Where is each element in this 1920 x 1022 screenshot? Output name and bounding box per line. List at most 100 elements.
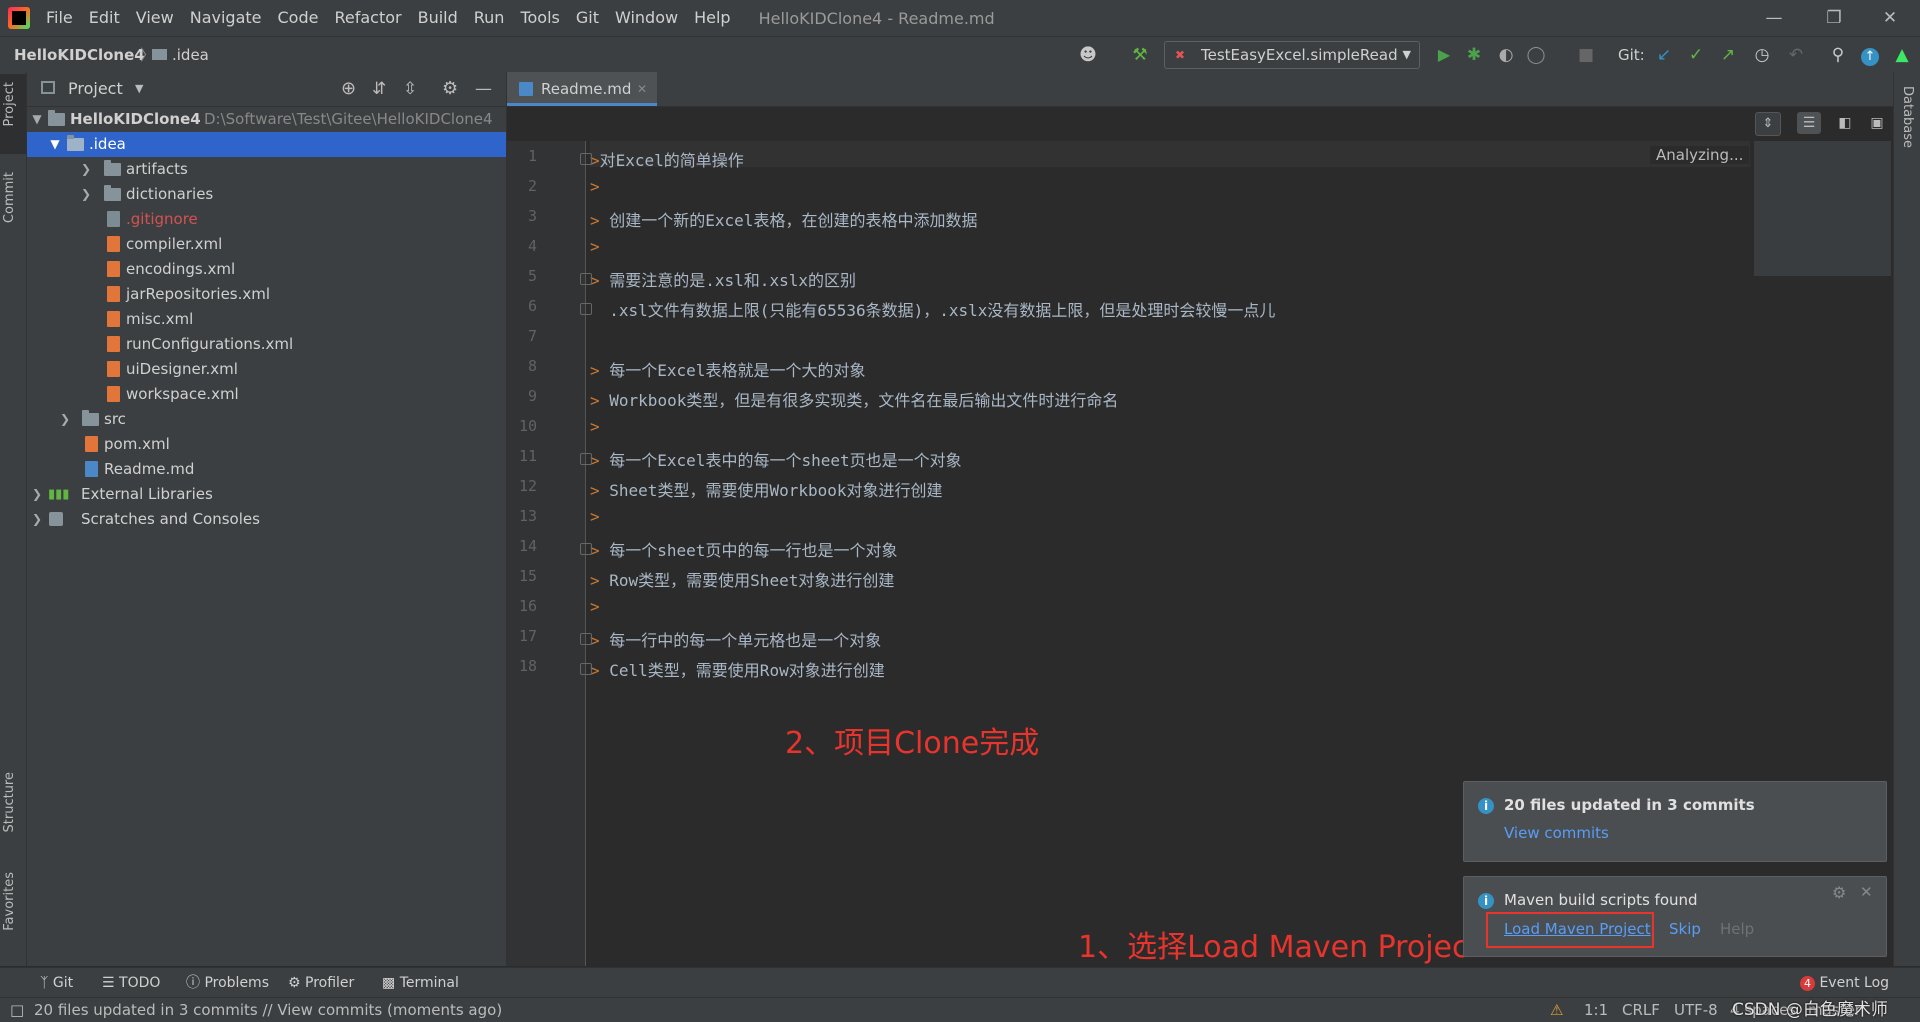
- code-line[interactable]: > 创建一个新的Excel表格，在创建的表格中添加数据: [590, 207, 977, 231]
- line-separator[interactable]: CRLF: [1622, 998, 1660, 1022]
- code-with-me-icon[interactable]: ▲: [1890, 43, 1914, 67]
- skip-link[interactable]: Skip: [1669, 920, 1701, 938]
- inspection-warning-icon[interactable]: ⚠: [1550, 998, 1563, 1022]
- debug-icon[interactable]: ✱: [1462, 43, 1486, 67]
- coverage-icon[interactable]: ◐: [1494, 43, 1518, 67]
- project-panel-title[interactable]: Project: [68, 72, 123, 106]
- expand-all-icon[interactable]: ⇵: [372, 72, 386, 106]
- tree-item-runconfigurations-xml[interactable]: runConfigurations.xml: [27, 332, 506, 357]
- tree-item-misc-xml[interactable]: misc.xml: [27, 307, 506, 332]
- fold-marker-icon[interactable]: [580, 453, 592, 465]
- user-icon[interactable]: ☻: [1076, 43, 1100, 67]
- tree-item-dictionaries[interactable]: ❯ dictionaries: [27, 182, 506, 207]
- menu-build[interactable]: Build: [410, 0, 466, 36]
- menu-git[interactable]: Git: [568, 0, 607, 36]
- tree-item-idea[interactable]: ▼ .idea: [27, 132, 506, 157]
- tree-root[interactable]: ▼ HelloKIDClone4 D:\Software\Test\Gitee\…: [27, 107, 506, 132]
- menu-view[interactable]: View: [128, 0, 182, 36]
- git-commit-icon[interactable]: ✓: [1684, 43, 1708, 67]
- fold-marker-icon[interactable]: [580, 633, 592, 645]
- menu-help[interactable]: Help: [686, 0, 738, 36]
- caret-position[interactable]: 1:1: [1584, 998, 1608, 1022]
- preview-only-icon[interactable]: ▣: [1865, 112, 1889, 134]
- tree-item-src[interactable]: ❯ src: [27, 407, 506, 432]
- tab-readme-md[interactable]: Readme.md ✕: [507, 72, 657, 106]
- fold-marker-icon[interactable]: [580, 303, 592, 315]
- menu-run[interactable]: Run: [466, 0, 513, 36]
- menu-code[interactable]: Code: [270, 0, 327, 36]
- search-icon[interactable]: ⚲: [1826, 43, 1850, 67]
- code-line[interactable]: > 每一个Excel表格就是一个大的对象: [590, 357, 865, 381]
- code-line[interactable]: > 每一行中的每一个单元格也是一个对象: [590, 627, 881, 651]
- gear-icon[interactable]: ⚙: [1832, 883, 1846, 902]
- breadcrumb-project[interactable]: HelloKIDClone4: [14, 37, 145, 73]
- editor-only-icon[interactable]: ☰: [1797, 112, 1821, 134]
- tool-window-project[interactable]: Project: [2, 82, 17, 126]
- locate-icon[interactable]: ⊕: [341, 72, 356, 106]
- code-line[interactable]: .xsl文件有数据上限(只能有65536条数据)，.xslx没有数据上限，但是处…: [590, 297, 1275, 321]
- restore-button[interactable]: ❐: [1806, 0, 1862, 36]
- breadcrumb-folder[interactable]: .idea: [152, 37, 209, 73]
- tree-item-jarrepositories-xml[interactable]: jarRepositories.xml: [27, 282, 506, 307]
- update-icon[interactable]: ↑: [1861, 48, 1879, 66]
- chevron-down-icon[interactable]: ▼: [135, 72, 143, 106]
- code-line[interactable]: >: [590, 237, 600, 256]
- toggle-tool-windows-icon[interactable]: □: [10, 998, 24, 1022]
- help-link[interactable]: Help: [1720, 920, 1754, 938]
- tree-item-workspace-xml[interactable]: workspace.xml: [27, 382, 506, 407]
- tool-window-git[interactable]: ᛉ Git: [40, 968, 73, 998]
- close-tab-icon[interactable]: ✕: [637, 72, 647, 106]
- tree-item-pom-xml[interactable]: pom.xml: [27, 432, 506, 457]
- menu-window[interactable]: Window: [607, 0, 686, 36]
- code-line[interactable]: > Row类型，需要使用Sheet对象进行创建: [590, 567, 894, 591]
- status-message[interactable]: 20 files updated in 3 commits // View co…: [34, 998, 502, 1022]
- tree-item-readme-md[interactable]: Readme.md: [27, 457, 506, 482]
- git-history-icon[interactable]: ◷: [1750, 43, 1774, 67]
- git-update-icon[interactable]: ↙: [1652, 43, 1676, 67]
- minimize-button[interactable]: —: [1746, 0, 1802, 36]
- close-icon[interactable]: ✕: [1860, 883, 1873, 901]
- code-line[interactable]: >: [590, 597, 600, 616]
- fold-marker-icon[interactable]: [580, 543, 592, 555]
- fold-marker-icon[interactable]: [580, 153, 592, 165]
- tree-item-compiler-xml[interactable]: compiler.xml: [27, 232, 506, 257]
- code-line[interactable]: > Workbook类型，但是有很多实现类，文件名在最后输出文件时进行命名: [590, 387, 1118, 411]
- tool-window-database[interactable]: Database: [1900, 86, 1915, 148]
- view-commits-link[interactable]: View commits: [1504, 824, 1609, 842]
- tool-window-terminal[interactable]: ▩ Terminal: [382, 968, 459, 998]
- tool-window-commit[interactable]: Commit: [2, 172, 17, 223]
- profile-icon[interactable]: ◯: [1524, 43, 1548, 67]
- git-push-icon[interactable]: ↗: [1716, 43, 1740, 67]
- fold-marker-icon[interactable]: [580, 273, 592, 285]
- build-hammer-icon[interactable]: ⚒: [1128, 43, 1152, 67]
- close-window-button[interactable]: ✕: [1862, 0, 1918, 36]
- code-line[interactable]: > Cell类型，需要使用Row对象进行创建: [590, 657, 885, 681]
- menu-navigate[interactable]: Navigate: [182, 0, 270, 36]
- tool-window-structure[interactable]: Structure: [2, 772, 17, 832]
- code-line[interactable]: > 每一个Excel表中的每一个sheet页也是一个对象: [590, 447, 962, 471]
- menu-tools[interactable]: Tools: [512, 0, 567, 36]
- tree-item-encodings-xml[interactable]: encodings.xml: [27, 257, 506, 282]
- tool-window-profiler[interactable]: ⚙ Profiler: [288, 968, 354, 998]
- collapse-all-icon[interactable]: ⇳: [403, 72, 417, 106]
- code-line[interactable]: > 需要注意的是.xsl和.xslx的区别: [590, 267, 856, 291]
- fold-marker-icon[interactable]: [580, 663, 592, 675]
- tool-window-event-log[interactable]: 4 Event Log: [1800, 968, 1889, 998]
- split-view-icon[interactable]: ◧: [1833, 112, 1857, 134]
- tree-item-scratches[interactable]: ❯ Scratches and Consoles: [27, 507, 506, 532]
- tree-item-artifacts[interactable]: ❯ artifacts: [27, 157, 506, 182]
- tree-item-uidesigner-xml[interactable]: uiDesigner.xml: [27, 357, 506, 382]
- code-line[interactable]: > Sheet类型，需要使用Workbook对象进行创建: [590, 477, 943, 501]
- run-configuration-select[interactable]: ✖ TestEasyExcel.simpleRead ▼: [1164, 41, 1420, 69]
- tree-item-gitignore[interactable]: .gitignore: [27, 207, 506, 232]
- code-line[interactable]: >: [590, 507, 600, 526]
- tool-window-problems[interactable]: ⓘ Problems: [186, 968, 269, 998]
- stop-icon[interactable]: ■: [1574, 43, 1598, 67]
- scroll-sync-icon[interactable]: ⇕: [1755, 112, 1781, 136]
- file-encoding[interactable]: UTF-8: [1674, 998, 1718, 1022]
- load-maven-project-link[interactable]: Load Maven Project: [1504, 920, 1651, 938]
- gear-icon[interactable]: ⚙: [442, 72, 458, 106]
- menu-edit[interactable]: Edit: [81, 0, 128, 36]
- code-line[interactable]: >: [590, 177, 600, 196]
- menu-file[interactable]: File: [38, 0, 81, 36]
